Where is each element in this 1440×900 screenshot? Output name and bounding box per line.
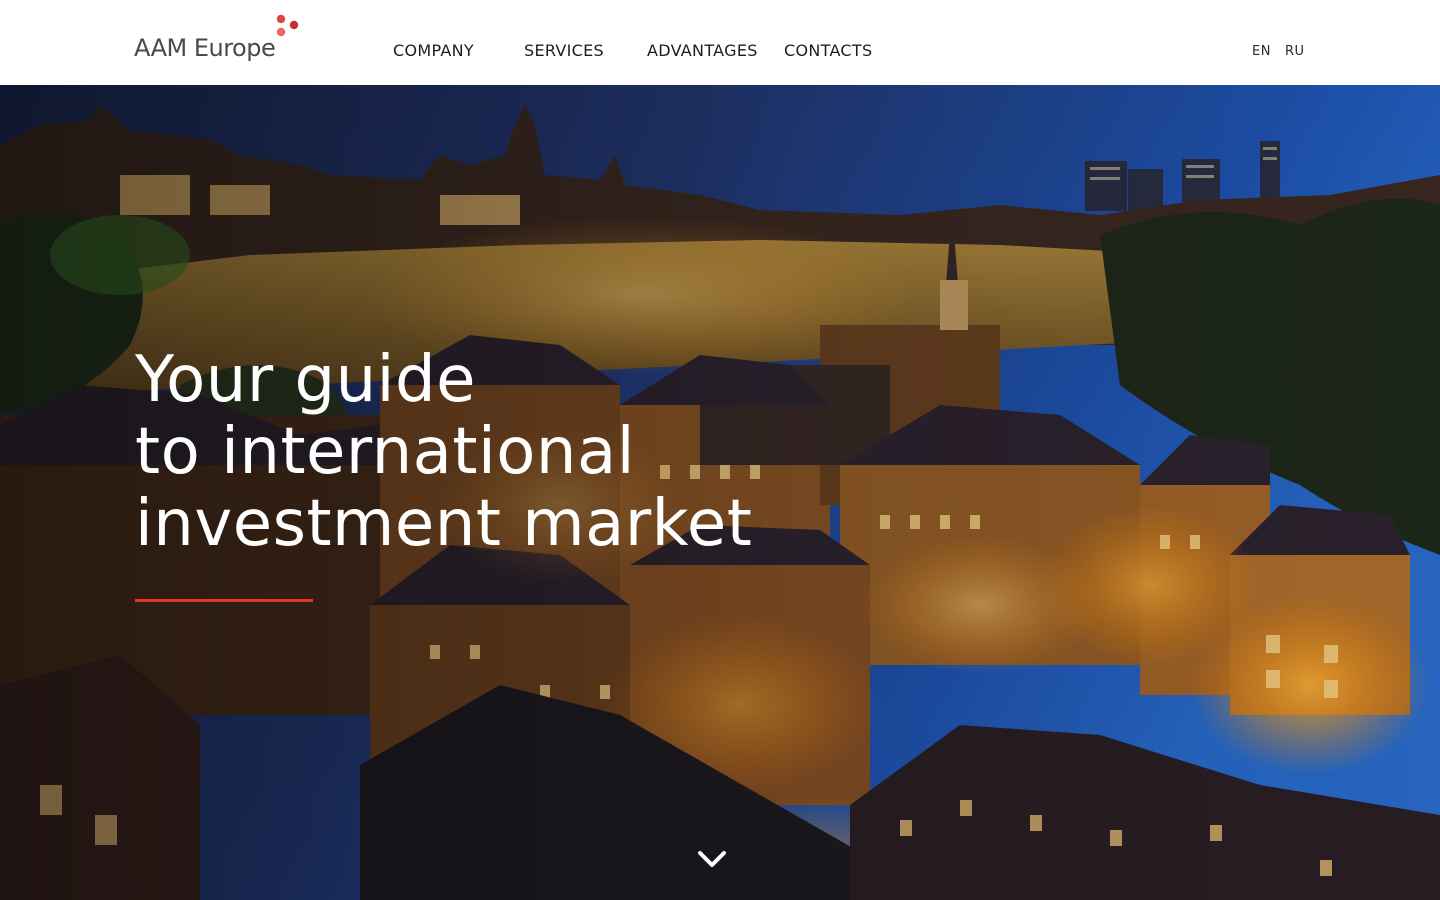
hero-title-line: investment market — [135, 487, 753, 561]
nav-item-contacts[interactable]: CONTACTS — [784, 41, 872, 61]
hero-title-line: Your guide — [135, 343, 476, 417]
logo-text: AAM Europe — [134, 34, 276, 62]
scroll-down-button[interactable] — [696, 847, 728, 871]
logo-dot — [276, 14, 286, 24]
language-ru[interactable]: RU — [1285, 44, 1305, 60]
nav-item-services[interactable]: SERVICES — [524, 41, 604, 61]
hero-title: Your guide to international investment m… — [135, 344, 935, 560]
chevron-down-icon — [698, 851, 726, 867]
logo-link[interactable]: AAM Europe — [134, 14, 304, 66]
hero-accent-divider — [135, 599, 313, 602]
logo-dot — [276, 27, 286, 37]
language-en[interactable]: EN — [1252, 44, 1271, 60]
nav-item-company[interactable]: COMPANY — [393, 41, 474, 61]
logo-dot — [289, 20, 299, 30]
nav-item-advantages[interactable]: ADVANTAGES — [647, 41, 758, 61]
logo-dots-icon — [276, 14, 299, 37]
hero-title-line: to international — [135, 415, 635, 489]
site-header: AAM Europe COMPANY SERVICES ADVANTAGES C… — [0, 0, 1440, 85]
hero-section: Your guide to international investment m… — [0, 85, 1440, 900]
